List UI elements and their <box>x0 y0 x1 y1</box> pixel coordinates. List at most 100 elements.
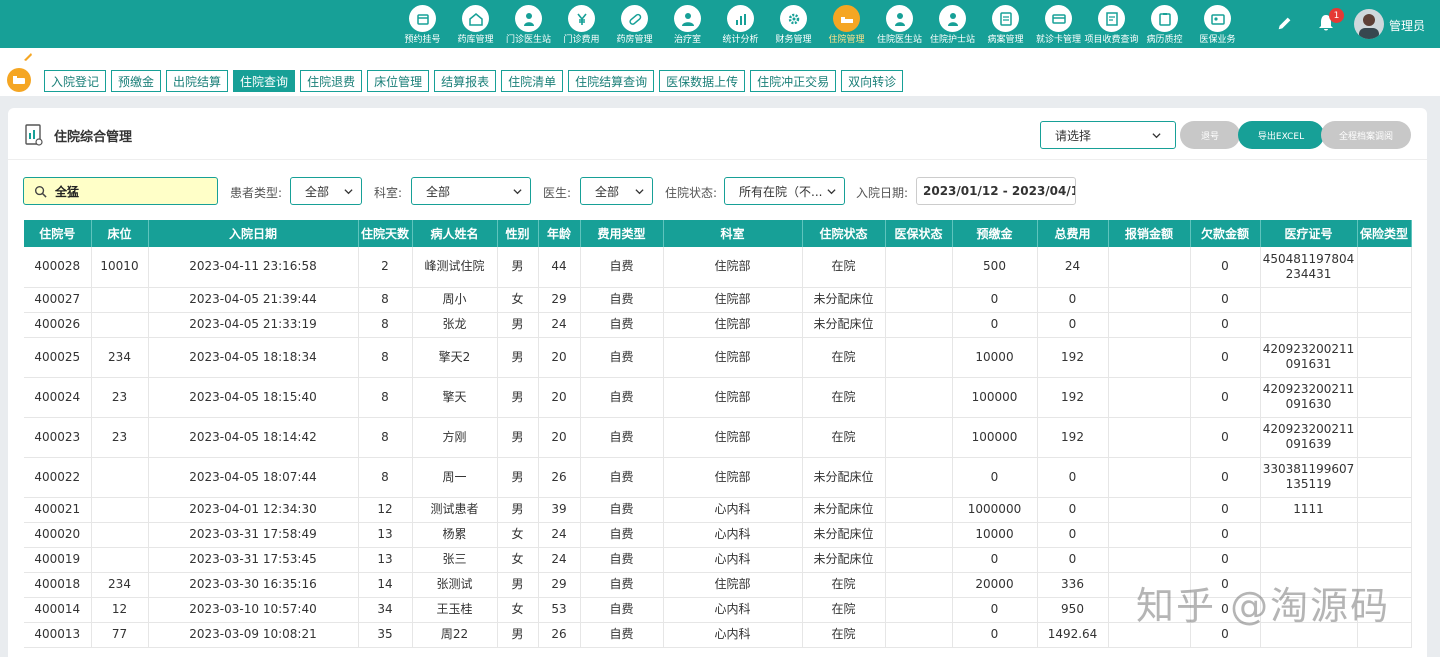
table-cell <box>1108 247 1191 288</box>
subnav-tab-0[interactable]: 入院登记 <box>44 70 107 92</box>
table-row[interactable]: 400022 2023-04-05 18:07:44 8 周一男 26 自费 住院部 未分配床… <box>24 457 1412 498</box>
column-header[interactable]: 病人姓名 <box>412 220 498 247</box>
table-row[interactable]: 400024 23 2023-04-05 18:15:40 8 擎天男 20 自费 住院部 在院… <box>24 377 1412 418</box>
table-cell <box>1108 457 1191 498</box>
table-cell: 峰测试住院 <box>412 247 498 288</box>
column-header[interactable]: 住院状态 <box>802 220 886 247</box>
subnav-tab-6[interactable]: 结算报表 <box>434 70 497 92</box>
table-row[interactable]: 400026 2023-04-05 21:33:19 8 张龙男 24 自费 住院部 未分配床… <box>24 312 1412 338</box>
archive-view-button[interactable]: 全程档案调阅 <box>1321 121 1411 149</box>
nav-item-1[interactable]: 药库管理 <box>449 2 502 48</box>
table-cell: 24 <box>538 547 581 573</box>
status-select[interactable]: 所有在院（不... <box>724 177 845 205</box>
search-input[interactable] <box>55 184 205 198</box>
table-cell: 自费 <box>580 337 664 378</box>
nav-item-3[interactable]: 门诊费用 <box>555 2 608 48</box>
date-range-input[interactable]: 2023/01/12 - 2023/04/13 <box>916 177 1076 205</box>
nav-item-8[interactable]: 住院管理 <box>820 2 873 48</box>
column-header[interactable]: 住院天数 <box>358 220 413 247</box>
column-header[interactable]: 报销金额 <box>1108 220 1191 247</box>
table-cell <box>1357 377 1412 418</box>
subnav-tab-7[interactable]: 住院清单 <box>501 70 564 92</box>
nav-item-6[interactable]: 统计分析 <box>714 2 767 48</box>
column-header[interactable]: 欠款金额 <box>1190 220 1261 247</box>
nav-item-label: 医保业务 <box>1199 35 1236 45</box>
nav-item-label: 财务管理 <box>775 35 812 45</box>
table-cell: 400013 <box>24 622 92 648</box>
table-row[interactable]: 400028 10010 2023-04-11 23:16:58 2 峰测试住院男 44 自… <box>24 247 1412 288</box>
nav-item-11[interactable]: 病案管理 <box>979 2 1032 48</box>
table-cell: 0 <box>1190 247 1261 288</box>
column-header[interactable]: 床位 <box>91 220 149 247</box>
nav-item-15[interactable]: 医保业务 <box>1191 2 1244 48</box>
table-row[interactable]: 400020 2023-03-31 17:58:49 13 杨累女 24 自费 心内科 未分配… <box>24 522 1412 548</box>
doctor-select[interactable]: 全部 <box>580 177 653 205</box>
subnav-tab-9[interactable]: 医保数据上传 <box>659 70 746 92</box>
refund-button[interactable]: 退号 <box>1180 121 1240 149</box>
column-header[interactable]: 入院日期 <box>148 220 359 247</box>
action-select[interactable]: 请选择 <box>1040 121 1176 149</box>
table-cell <box>885 572 953 598</box>
username[interactable]: 管理员 <box>1389 17 1425 34</box>
table-cell: 住院部 <box>663 572 803 598</box>
table-row[interactable]: 400027 2023-04-05 21:39:44 8 周小女 29 自费 住院部 未分配床… <box>24 287 1412 313</box>
table-row[interactable]: 400021 2023-04-01 12:34:30 12 测试患者男 39 自费 心内科未… <box>24 497 1412 523</box>
column-header[interactable]: 总费用 <box>1037 220 1109 247</box>
column-header[interactable]: 医保状态 <box>885 220 953 247</box>
table-row[interactable]: 400019 2023-03-31 17:53:45 13 张三女 24 自费 心内科 未分配… <box>24 547 1412 573</box>
table-cell <box>885 522 953 548</box>
nav-item-13[interactable]: 项目收费查询 <box>1085 2 1139 48</box>
column-header[interactable]: 医疗证号 <box>1260 220 1358 247</box>
subnav-tab-3[interactable]: 住院查询 <box>233 70 296 92</box>
nav-item-12[interactable]: 就诊卡管理 <box>1032 2 1085 48</box>
column-header[interactable]: 预缴金 <box>952 220 1038 247</box>
subnav-tab-2[interactable]: 出院结算 <box>166 70 229 92</box>
report-icon <box>25 124 43 146</box>
subnav-tab-11[interactable]: 双向转诊 <box>841 70 904 92</box>
table-cell: 29 <box>538 572 581 598</box>
nav-item-9[interactable]: 住院医生站 <box>873 2 926 48</box>
table-cell: 0 <box>1190 457 1261 498</box>
nav-item-7[interactable]: 财务管理 <box>767 2 820 48</box>
column-header[interactable]: 保险类型 <box>1357 220 1412 247</box>
nav-item-2[interactable]: 门诊医生站 <box>502 2 555 48</box>
nav-item-4[interactable]: 药房管理 <box>608 2 661 48</box>
dept-select[interactable]: 全部 <box>411 177 531 205</box>
subnav-tab-8[interactable]: 住院结算查询 <box>568 70 655 92</box>
column-header[interactable]: 科室 <box>663 220 803 247</box>
table-cell: 自费 <box>580 547 664 573</box>
table-cell: 自费 <box>580 597 664 623</box>
table-cell: 53 <box>538 597 581 623</box>
table-cell: 男 <box>497 622 539 648</box>
column-header[interactable]: 性别 <box>497 220 539 247</box>
table-cell: 张龙 <box>412 312 498 338</box>
nav-item-14[interactable]: 病历质控 <box>1138 2 1191 48</box>
column-header[interactable]: 费用类型 <box>580 220 664 247</box>
doctor-station-icon <box>886 5 913 32</box>
table-cell: 24 <box>538 312 581 338</box>
table-cell: 26 <box>538 457 581 498</box>
subnav-tab-1[interactable]: 预缴金 <box>111 70 162 92</box>
table-row[interactable]: 400023 23 2023-04-05 18:14:42 8 方刚男 20 自费 住院部 在院… <box>24 417 1412 458</box>
subnav-tab-10[interactable]: 住院冲正交易 <box>750 70 837 92</box>
subnav-tab-4[interactable]: 住院退费 <box>300 70 363 92</box>
nav-item-0[interactable]: 预约挂号 <box>396 2 449 48</box>
table-cell <box>1357 522 1412 548</box>
subnav-tab-5[interactable]: 床位管理 <box>367 70 430 92</box>
avatar[interactable] <box>1354 9 1384 39</box>
patient-type-select[interactable]: 全部 <box>290 177 362 205</box>
table-cell: 住院部 <box>663 287 803 313</box>
column-header[interactable]: 年龄 <box>538 220 581 247</box>
page-title: 住院综合管理 <box>54 130 133 145</box>
export-excel-button[interactable]: 导出EXCEL <box>1238 121 1324 149</box>
table-cell: 500 <box>952 247 1038 288</box>
edit-icon[interactable] <box>1276 14 1294 32</box>
table-row[interactable]: 400025 234 2023-04-05 18:18:34 8 擎天2 男 20 自费 住院部… <box>24 337 1412 378</box>
search-box[interactable] <box>23 177 218 205</box>
column-header[interactable]: 住院号 <box>24 220 92 247</box>
table-cell: 8 <box>358 457 413 498</box>
nurse-icon <box>939 5 966 32</box>
nav-item-10[interactable]: 住院护士站 <box>926 2 979 48</box>
nav-item-5[interactable]: 治疗室 <box>661 2 714 48</box>
table-cell: 在院 <box>802 377 886 418</box>
